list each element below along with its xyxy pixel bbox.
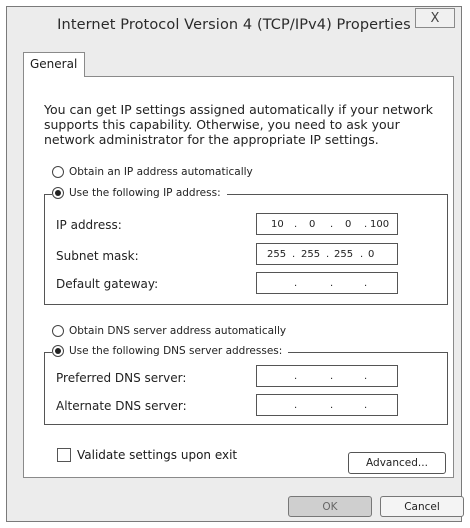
title-bar: Internet Protocol Version 4 (TCP/IPv4) P… xyxy=(7,7,461,41)
preferred-dns-input[interactable]: . . . xyxy=(256,365,398,387)
subnet-mask-label: Subnet mask: xyxy=(56,249,139,263)
ip-octet-3: 0 xyxy=(345,219,352,230)
general-panel: You can get IP settings assigned automat… xyxy=(23,76,454,478)
validate-settings-label: Validate settings upon exit xyxy=(77,448,238,462)
use-following-dns-label: Use the following DNS server addresses: xyxy=(69,345,283,357)
octet-dot: . xyxy=(330,371,334,382)
octet-dot: . xyxy=(330,219,334,230)
use-following-dns-option[interactable]: Use the following DNS server addresses: xyxy=(52,345,289,357)
close-button[interactable]: X xyxy=(415,8,455,28)
use-following-ip-radio[interactable] xyxy=(52,187,64,199)
subnet-octet-4: 0 xyxy=(368,249,375,260)
subnet-octet-3: 255 xyxy=(334,249,354,260)
validate-settings-checkbox[interactable] xyxy=(57,448,71,462)
subnet-mask-input[interactable]: 255 . 255 . 255 . 0 xyxy=(256,243,398,265)
intro-text: You can get IP settings assigned automat… xyxy=(44,102,433,147)
obtain-ip-auto-option[interactable]: Obtain an IP address automatically xyxy=(52,166,253,178)
obtain-dns-auto-option[interactable]: Obtain DNS server address automatically xyxy=(52,325,286,337)
octet-dot: . xyxy=(294,219,298,230)
ip-address-label: IP address: xyxy=(56,218,122,232)
octet-dot: . xyxy=(294,400,298,411)
obtain-dns-auto-radio[interactable] xyxy=(52,325,64,337)
advanced-button[interactable]: Advanced... xyxy=(348,452,446,474)
dialog-title: Internet Protocol Version 4 (TCP/IPv4) P… xyxy=(57,17,411,33)
ok-button[interactable]: OK xyxy=(288,496,372,517)
ip-address-input[interactable]: 10 . 0 . 0 . 100 xyxy=(256,213,398,235)
octet-dot: . xyxy=(326,249,330,260)
validate-settings-option[interactable]: Validate settings upon exit xyxy=(57,448,237,462)
alternate-dns-input[interactable]: . . . xyxy=(256,394,398,416)
use-following-ip-option[interactable]: Use the following IP address: xyxy=(52,187,227,199)
subnet-octet-2: 255 xyxy=(301,249,321,260)
obtain-dns-auto-label: Obtain DNS server address automatically xyxy=(69,325,287,337)
octet-dot: . xyxy=(364,400,368,411)
properties-dialog: Internet Protocol Version 4 (TCP/IPv4) P… xyxy=(6,6,464,522)
preferred-dns-label: Preferred DNS server: xyxy=(56,371,187,385)
octet-dot: . xyxy=(330,278,334,289)
use-following-ip-label: Use the following IP address: xyxy=(69,187,221,199)
octet-dot: . xyxy=(360,249,364,260)
tab-general[interactable]: General xyxy=(23,52,85,77)
octet-dot: . xyxy=(364,371,368,382)
alternate-dns-label: Alternate DNS server: xyxy=(56,399,187,413)
cancel-button[interactable]: Cancel xyxy=(380,496,464,517)
ip-octet-2: 0 xyxy=(309,219,316,230)
obtain-ip-auto-label: Obtain an IP address automatically xyxy=(69,166,253,178)
octet-dot: . xyxy=(364,219,368,230)
octet-dot: . xyxy=(364,278,368,289)
octet-dot: . xyxy=(330,400,334,411)
use-following-dns-radio[interactable] xyxy=(52,345,64,357)
obtain-ip-auto-radio[interactable] xyxy=(52,166,64,178)
octet-dot: . xyxy=(292,249,296,260)
ip-octet-4: 100 xyxy=(370,219,390,230)
octet-dot: . xyxy=(294,371,298,382)
octet-dot: . xyxy=(294,278,298,289)
default-gateway-input[interactable]: . . . xyxy=(256,272,398,294)
subnet-octet-1: 255 xyxy=(267,249,287,260)
ip-octet-1: 10 xyxy=(271,219,284,230)
default-gateway-label: Default gateway: xyxy=(56,277,159,291)
